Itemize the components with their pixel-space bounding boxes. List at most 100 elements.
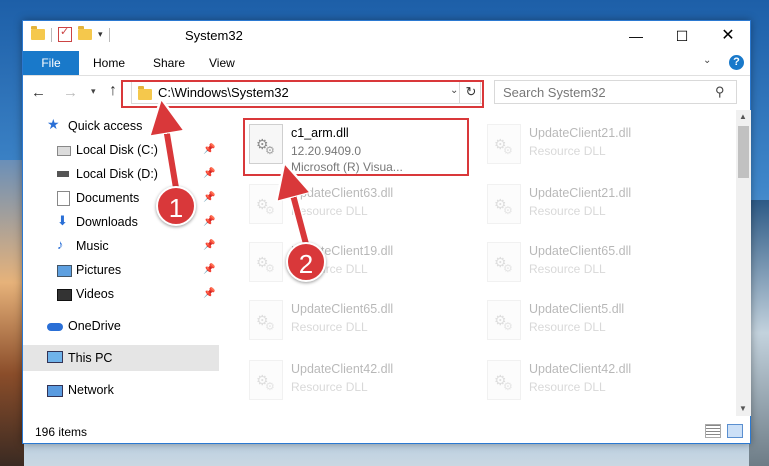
pin-icon[interactable]: 📌	[203, 192, 215, 203]
quick-access-toolbar: ▾	[31, 25, 110, 42]
file-name: UpdateClient5.dll	[529, 302, 625, 316]
pin-icon[interactable]: 📌	[203, 288, 215, 299]
scrollbar-thumb[interactable]	[738, 126, 749, 178]
sidebar-item-label: Network	[68, 383, 114, 397]
file-name: UpdateClient63.dll	[291, 186, 394, 200]
customize-toolbar-icon[interactable]: ▾	[98, 29, 103, 40]
pin-icon[interactable]: 📌	[203, 264, 215, 275]
sidebar-item-label: OneDrive	[68, 319, 121, 333]
sidebar-item-network[interactable]: Network	[23, 378, 219, 402]
sidebar-item-pictures[interactable]: Pictures 📌	[23, 258, 219, 282]
sidebar-item-label: Music	[76, 239, 109, 253]
file-tile[interactable]: ⚙ ⚙ UpdateClient21.dll Resource DLL	[479, 178, 705, 236]
pin-icon[interactable]: 📌	[203, 144, 215, 155]
recent-locations-icon[interactable]: ▾	[91, 86, 96, 97]
desktop-background-left	[0, 160, 24, 466]
file-tile[interactable]: ⚙ ⚙ UpdateClient21.dll Resource DLL	[479, 118, 705, 176]
dll-file-icon: ⚙ ⚙	[487, 184, 521, 224]
item-count: 196 items	[35, 425, 88, 439]
search-icon[interactable]: ⚲	[715, 84, 725, 100]
sidebar-item-quick-access[interactable]: ★ Quick access	[23, 114, 219, 138]
computer-icon	[47, 351, 63, 363]
pin-icon[interactable]: 📌	[203, 216, 215, 227]
file-name: UpdateClient42.dll	[529, 362, 632, 376]
tab-share[interactable]: Share	[153, 51, 185, 75]
sidebar-item-label: This PC	[68, 351, 113, 365]
file-description: Resource DLL	[529, 262, 606, 276]
sidebar-item-label: Documents	[76, 191, 140, 205]
file-description: Resource DLL	[529, 144, 606, 158]
sidebar-item-music[interactable]: ♪ Music 📌	[23, 234, 219, 258]
file-tile[interactable]: ⚙ ⚙ UpdateClient63.dll Resource DLL	[241, 178, 467, 236]
search-input[interactable]: Search System32	[503, 85, 606, 100]
file-tile[interactable]: ⚙ ⚙ UpdateClient19.dll Resource DLL	[241, 236, 467, 294]
folder-icon	[31, 26, 45, 40]
file-tile[interactable]: ⚙ ⚙ UpdateClient5.dll Resource DLL	[479, 294, 705, 352]
pictures-icon	[57, 265, 72, 277]
file-tile[interactable]: ⚙ ⚙ UpdateClient65.dll Resource DLL	[479, 236, 705, 294]
file-tile[interactable]: ⚙ ⚙ UpdateClient65.dll Resource DLL	[241, 294, 467, 352]
sidebar-item-local-disk-c[interactable]: Local Disk (C:) 📌	[23, 138, 219, 162]
status-bar: 196 items	[23, 419, 750, 443]
maximize-button[interactable]: ☐	[659, 21, 705, 51]
file-name: UpdateClient65.dll	[529, 244, 632, 258]
sidebar-item-label: Local Disk (C:)	[76, 143, 158, 157]
drive-icon	[57, 171, 69, 177]
scroll-up-icon[interactable]: ▲	[739, 112, 747, 121]
network-icon	[47, 385, 63, 397]
drive-icon	[57, 146, 71, 156]
forward-button[interactable]: →	[63, 84, 78, 101]
file-description: Resource DLL	[291, 320, 368, 334]
search-box[interactable]: Search System32 ⚲	[494, 80, 737, 104]
dll-file-icon: ⚙ ⚙	[249, 300, 283, 340]
sidebar-item-label: Downloads	[76, 215, 138, 229]
navigation-pane: ★ Quick access Local Disk (C:) 📌 Local D…	[23, 110, 219, 416]
expand-ribbon-icon[interactable]: ⌄	[703, 55, 711, 66]
properties-icon[interactable]	[58, 25, 72, 42]
tab-view[interactable]: View	[209, 51, 235, 75]
new-folder-icon[interactable]	[78, 26, 92, 40]
window-title: System32	[185, 28, 243, 43]
help-icon[interactable]: ?	[729, 55, 744, 70]
file-description: Resource DLL	[529, 380, 606, 394]
file-name: UpdateClient21.dll	[529, 126, 632, 140]
toolbar-separator	[108, 27, 110, 42]
close-button[interactable]: ✕	[705, 21, 751, 51]
sidebar-item-onedrive[interactable]: OneDrive	[23, 314, 219, 338]
tab-home[interactable]: Home	[93, 51, 125, 75]
file-name: UpdateClient65.dll	[291, 302, 394, 316]
dll-file-icon: ⚙ ⚙	[487, 242, 521, 282]
file-description: Resource DLL	[291, 204, 368, 218]
file-tile[interactable]: ⚙ ⚙ UpdateClient42.dll Resource DLL	[479, 354, 705, 412]
up-button[interactable]: ↑	[109, 82, 117, 100]
video-icon	[57, 289, 72, 301]
file-description: Resource DLL	[529, 320, 606, 334]
sidebar-item-local-disk-d[interactable]: Local Disk (D:) 📌	[23, 162, 219, 186]
download-icon: ⬇	[57, 213, 68, 228]
desktop-background-right	[749, 200, 769, 466]
title-bar: ▾ System32 — ☐ ✕	[23, 21, 750, 51]
document-icon	[57, 191, 70, 206]
dll-file-icon: ⚙ ⚙	[249, 242, 283, 282]
step-1-badge: 1	[156, 186, 196, 226]
sidebar-item-label: Pictures	[76, 263, 122, 277]
file-tile[interactable]: ⚙ ⚙ UpdateClient42.dll Resource DLL	[241, 354, 467, 412]
sidebar-item-label: Local Disk (D:)	[76, 167, 158, 181]
sidebar-item-label: Quick access	[68, 119, 143, 133]
scroll-down-icon[interactable]: ▼	[739, 404, 747, 413]
pin-icon[interactable]: 📌	[203, 168, 215, 179]
file-explorer-window: ▾ System32 — ☐ ✕ File Home Share View ⌄ …	[22, 20, 751, 444]
sidebar-item-this-pc[interactable]: This PC	[23, 345, 219, 371]
sidebar-item-videos[interactable]: Videos 📌	[23, 282, 219, 306]
file-name: UpdateClient42.dll	[291, 362, 394, 376]
details-view-icon[interactable]	[705, 424, 721, 438]
pin-icon[interactable]: 📌	[203, 240, 215, 251]
step-2-badge: 2	[286, 242, 326, 282]
tab-file[interactable]: File	[23, 51, 79, 75]
dll-file-icon: ⚙ ⚙	[249, 360, 283, 400]
back-button[interactable]: ←	[31, 84, 46, 101]
dll-file-icon: ⚙ ⚙	[487, 300, 521, 340]
vertical-scrollbar[interactable]: ▲ ▼	[736, 110, 751, 416]
minimize-button[interactable]: —	[613, 21, 659, 51]
tiles-view-icon[interactable]	[727, 424, 743, 438]
